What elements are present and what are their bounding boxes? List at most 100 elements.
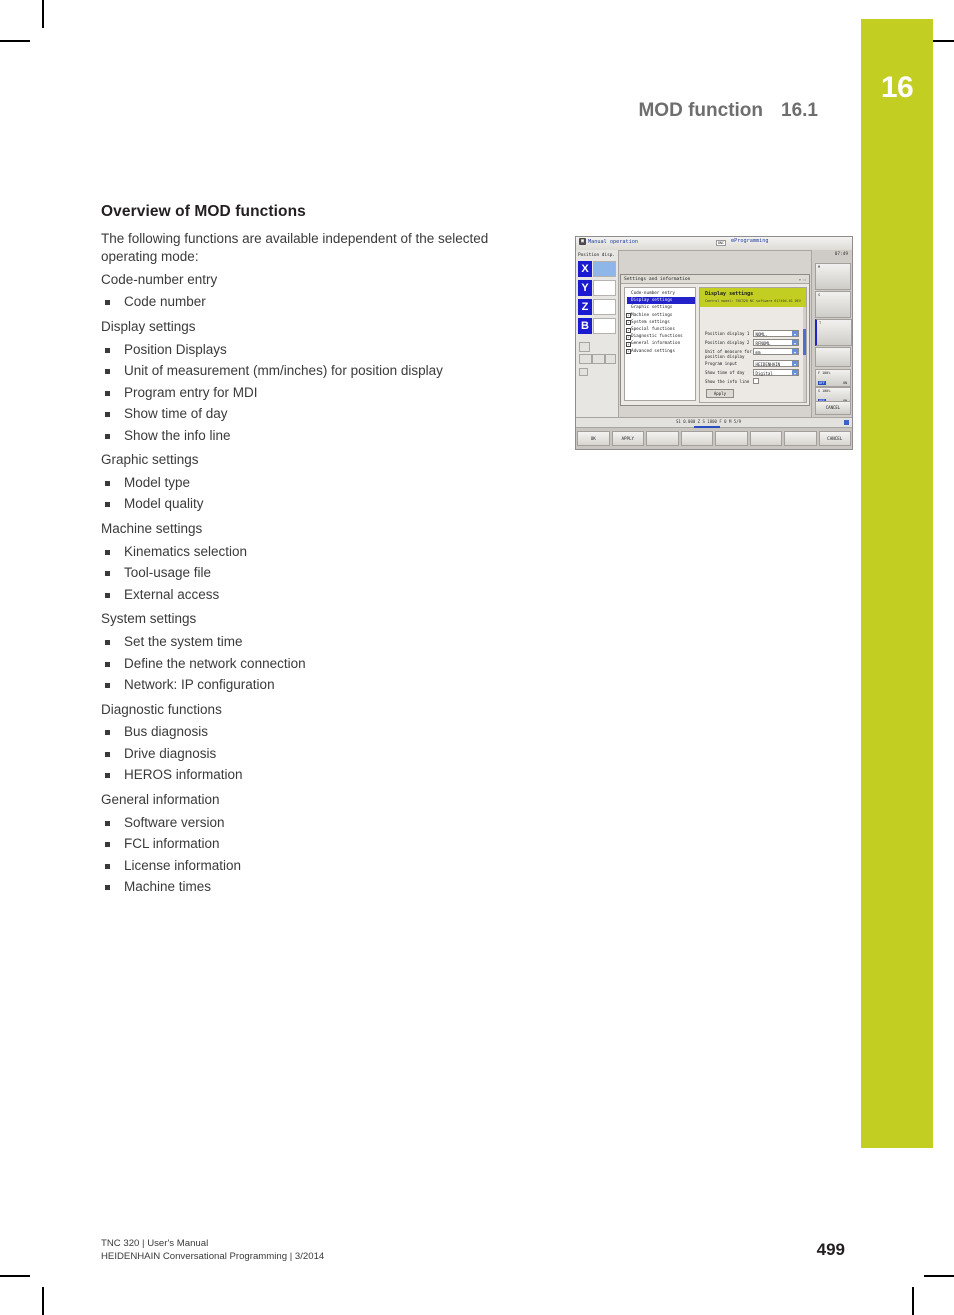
softkey[interactable] bbox=[750, 431, 783, 446]
field-label: Position display 2 bbox=[705, 340, 749, 345]
list-item: Kinematics selection bbox=[101, 541, 541, 563]
list-item-label: Model type bbox=[124, 475, 190, 490]
spindle-override-percent: S 100% bbox=[818, 389, 830, 393]
tree-item[interactable]: +Machine settings bbox=[627, 312, 695, 319]
softkey[interactable] bbox=[784, 431, 817, 446]
machine-icon-3[interactable]: T bbox=[815, 319, 852, 346]
field-value: RFNOML bbox=[756, 341, 771, 346]
list-item-label: License information bbox=[124, 858, 241, 873]
chevron-down-icon[interactable] bbox=[792, 340, 798, 345]
field-checkbox[interactable] bbox=[753, 378, 759, 384]
status-line-indicator bbox=[844, 420, 849, 425]
bullet-square-icon bbox=[105, 752, 110, 757]
machine-icon-3-num: T bbox=[819, 321, 821, 325]
list-item-label: Position Displays bbox=[124, 342, 227, 357]
apply-button[interactable]: Apply bbox=[706, 389, 734, 399]
list-item: Position Displays bbox=[101, 339, 541, 361]
position-display-header: Position disp. bbox=[578, 253, 615, 258]
list-item-label: Software version bbox=[124, 815, 225, 830]
list-item: Software version bbox=[101, 812, 541, 834]
settings-field-row: Show time of dayDigital bbox=[705, 369, 803, 377]
axis-label-x: X bbox=[578, 261, 592, 277]
list-item: Show the info line bbox=[101, 425, 541, 447]
list-item-label: Bus diagnosis bbox=[124, 724, 208, 739]
chevron-down-icon[interactable] bbox=[792, 349, 798, 354]
tool-icon-1 bbox=[579, 354, 592, 364]
field-select[interactable]: Digital bbox=[753, 369, 799, 376]
field-select[interactable]: HEIDENHAIN bbox=[753, 360, 799, 367]
expand-icon[interactable]: + bbox=[626, 320, 631, 325]
tnc-position-panel: Position disp. X Y Z B bbox=[576, 250, 619, 418]
tree-item[interactable]: +Advanced settings bbox=[627, 348, 695, 355]
tree-item[interactable]: +Diagnostic functions bbox=[627, 333, 695, 340]
field-select[interactable]: RFNOML bbox=[753, 339, 799, 346]
group-heading: Display settings bbox=[101, 318, 541, 336]
tree-item-label: Graphic settings bbox=[631, 305, 672, 310]
list-item: Network: IP configuration bbox=[101, 674, 541, 696]
axis-row-x: X bbox=[578, 261, 616, 278]
axis-value-z bbox=[593, 299, 616, 315]
feed-override-off: OFF bbox=[818, 381, 826, 385]
tool-icon-3 bbox=[605, 354, 616, 364]
softkey[interactable] bbox=[715, 431, 748, 446]
running-head: MOD function16.1 bbox=[638, 100, 818, 122]
expand-icon[interactable]: + bbox=[626, 335, 631, 340]
list-item-label: External access bbox=[124, 587, 219, 602]
settings-field-row: Program input HEIDENHAIN bbox=[705, 360, 803, 368]
chevron-down-icon[interactable] bbox=[792, 361, 798, 366]
group-heading: System settings bbox=[101, 610, 541, 628]
crop-mark-bottom-left-vertical bbox=[42, 1287, 44, 1315]
tree-item-label: Diagnostic functions bbox=[631, 334, 683, 339]
group-list: Software version FCL information License i… bbox=[101, 812, 541, 898]
machine-icon-4[interactable] bbox=[815, 347, 851, 367]
group-list: Kinematics selectionTool-usage fileExter… bbox=[101, 541, 541, 606]
tree-item[interactable]: +System settings bbox=[627, 319, 695, 326]
list-item-label: Set the system time bbox=[124, 634, 243, 649]
list-item-label: Program entry for MDI bbox=[124, 385, 258, 400]
field-label: Show the info line bbox=[705, 379, 749, 384]
settings-tree[interactable]: Code-number entryDisplay settingsGraphic… bbox=[624, 287, 696, 401]
list-item: Machine times bbox=[101, 876, 541, 898]
tree-item[interactable]: +General information bbox=[627, 340, 695, 347]
bullet-square-icon bbox=[105, 391, 110, 396]
bullet-square-icon bbox=[105, 842, 110, 847]
expand-icon[interactable]: + bbox=[626, 313, 631, 318]
group-heading: Diagnostic functions bbox=[101, 701, 541, 719]
field-select[interactable]: mm bbox=[753, 348, 799, 355]
bullet-square-icon bbox=[105, 550, 110, 555]
tree-item[interactable]: Display settings bbox=[627, 297, 695, 304]
softkey[interactable]: OK bbox=[577, 431, 610, 446]
crop-mark-bottom-right-vertical bbox=[912, 1287, 914, 1315]
softkey[interactable] bbox=[646, 431, 679, 446]
softkey[interactable]: CANCEL bbox=[819, 431, 852, 446]
tree-item[interactable]: Graphic settings bbox=[627, 304, 695, 311]
tree-item[interactable]: +Special functions bbox=[627, 326, 695, 333]
list-item: FCL information bbox=[101, 833, 541, 855]
tree-item[interactable]: Code-number entry bbox=[627, 290, 695, 297]
settings-pane: Display settings Control model: TNC320 N… bbox=[699, 287, 807, 403]
chevron-down-icon[interactable] bbox=[792, 331, 798, 336]
expand-icon[interactable]: + bbox=[626, 342, 631, 347]
expand-icon[interactable]: + bbox=[626, 349, 631, 354]
expand-icon[interactable]: + bbox=[626, 328, 631, 333]
tnc-mode-manual-label: Manual operation bbox=[588, 239, 638, 245]
pane-scrollbar[interactable] bbox=[803, 307, 807, 402]
field-select[interactable]: NOML. bbox=[753, 330, 799, 337]
group-heading: General information bbox=[101, 791, 541, 809]
softkey[interactable] bbox=[681, 431, 714, 446]
feed-override-on: ON bbox=[843, 381, 847, 385]
machine-icon-2[interactable]: S bbox=[815, 291, 851, 318]
list-item-label: Network: IP configuration bbox=[124, 677, 275, 692]
axis-label-b: B bbox=[578, 318, 592, 334]
machine-icon-1[interactable]: M bbox=[815, 263, 851, 290]
feed-override[interactable]: F 100% OFF ON bbox=[815, 369, 851, 387]
list-item-label: Define the network connection bbox=[124, 656, 306, 671]
softkey[interactable]: APPLY bbox=[612, 431, 645, 446]
dialog-title-bar: Settings and information ▾ ☐ bbox=[621, 275, 809, 284]
cancel-icon-button[interactable]: CANCEL bbox=[815, 401, 851, 415]
footer: TNC 320 | User's Manual HEIDENHAIN Conve… bbox=[101, 1237, 324, 1263]
tree-item-label: System settings bbox=[631, 320, 670, 325]
field-label: Program input bbox=[705, 361, 737, 366]
dialog-window-buttons[interactable]: ▾ ☐ bbox=[799, 277, 806, 282]
chevron-down-icon[interactable] bbox=[792, 370, 798, 375]
